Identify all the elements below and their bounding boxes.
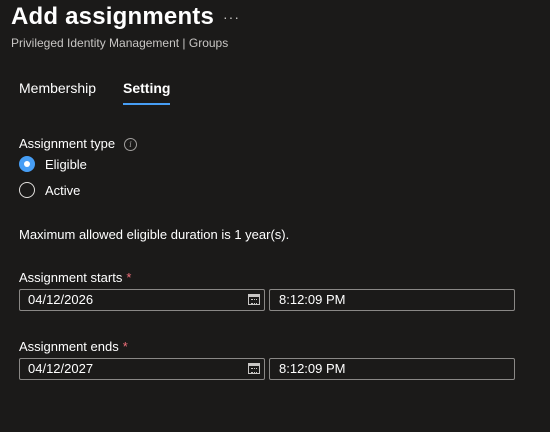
assignment-ends-text: Assignment ends <box>19 339 119 354</box>
info-icon[interactable]: i <box>124 138 137 151</box>
more-options-icon[interactable]: ··· <box>223 9 240 25</box>
required-mark: * <box>122 339 128 354</box>
assignment-type-label: Assignment type <box>19 136 116 151</box>
start-date-value: 04/12/2026 <box>28 292 94 307</box>
end-date-value: 04/12/2027 <box>28 361 94 376</box>
start-time-value: 8:12:09 PM <box>279 292 346 307</box>
radio-active[interactable]: Active <box>19 180 80 200</box>
page-subtitle: Privileged Identity Management | Groups <box>11 36 229 50</box>
assignment-starts-text: Assignment starts <box>19 270 123 285</box>
tab-setting[interactable]: Setting <box>123 80 171 105</box>
end-time-input[interactable]: 8:12:09 PM <box>269 358 515 380</box>
calendar-icon[interactable] <box>248 294 260 305</box>
assignment-starts-label: Assignment starts * <box>19 270 131 285</box>
end-time-value: 8:12:09 PM <box>279 361 346 376</box>
tab-membership[interactable]: Membership <box>19 80 96 103</box>
calendar-icon[interactable] <box>248 363 260 374</box>
eligible-duration-text: Maximum allowed eligible duration is 1 y… <box>19 227 290 242</box>
required-mark: * <box>126 270 132 285</box>
start-date-input[interactable]: 04/12/2026 <box>19 289 265 311</box>
radio-button-selected[interactable] <box>19 156 35 172</box>
radio-eligible[interactable]: Eligible <box>19 154 87 174</box>
radio-button[interactable] <box>19 182 35 198</box>
page-title: Add assignments <box>11 3 215 30</box>
start-time-input[interactable]: 8:12:09 PM <box>269 289 515 311</box>
end-date-input[interactable]: 04/12/2027 <box>19 358 265 380</box>
assignment-ends-label: Assignment ends * <box>19 339 128 354</box>
radio-active-label: Active <box>45 182 81 198</box>
radio-eligible-label: Eligible <box>45 156 87 172</box>
